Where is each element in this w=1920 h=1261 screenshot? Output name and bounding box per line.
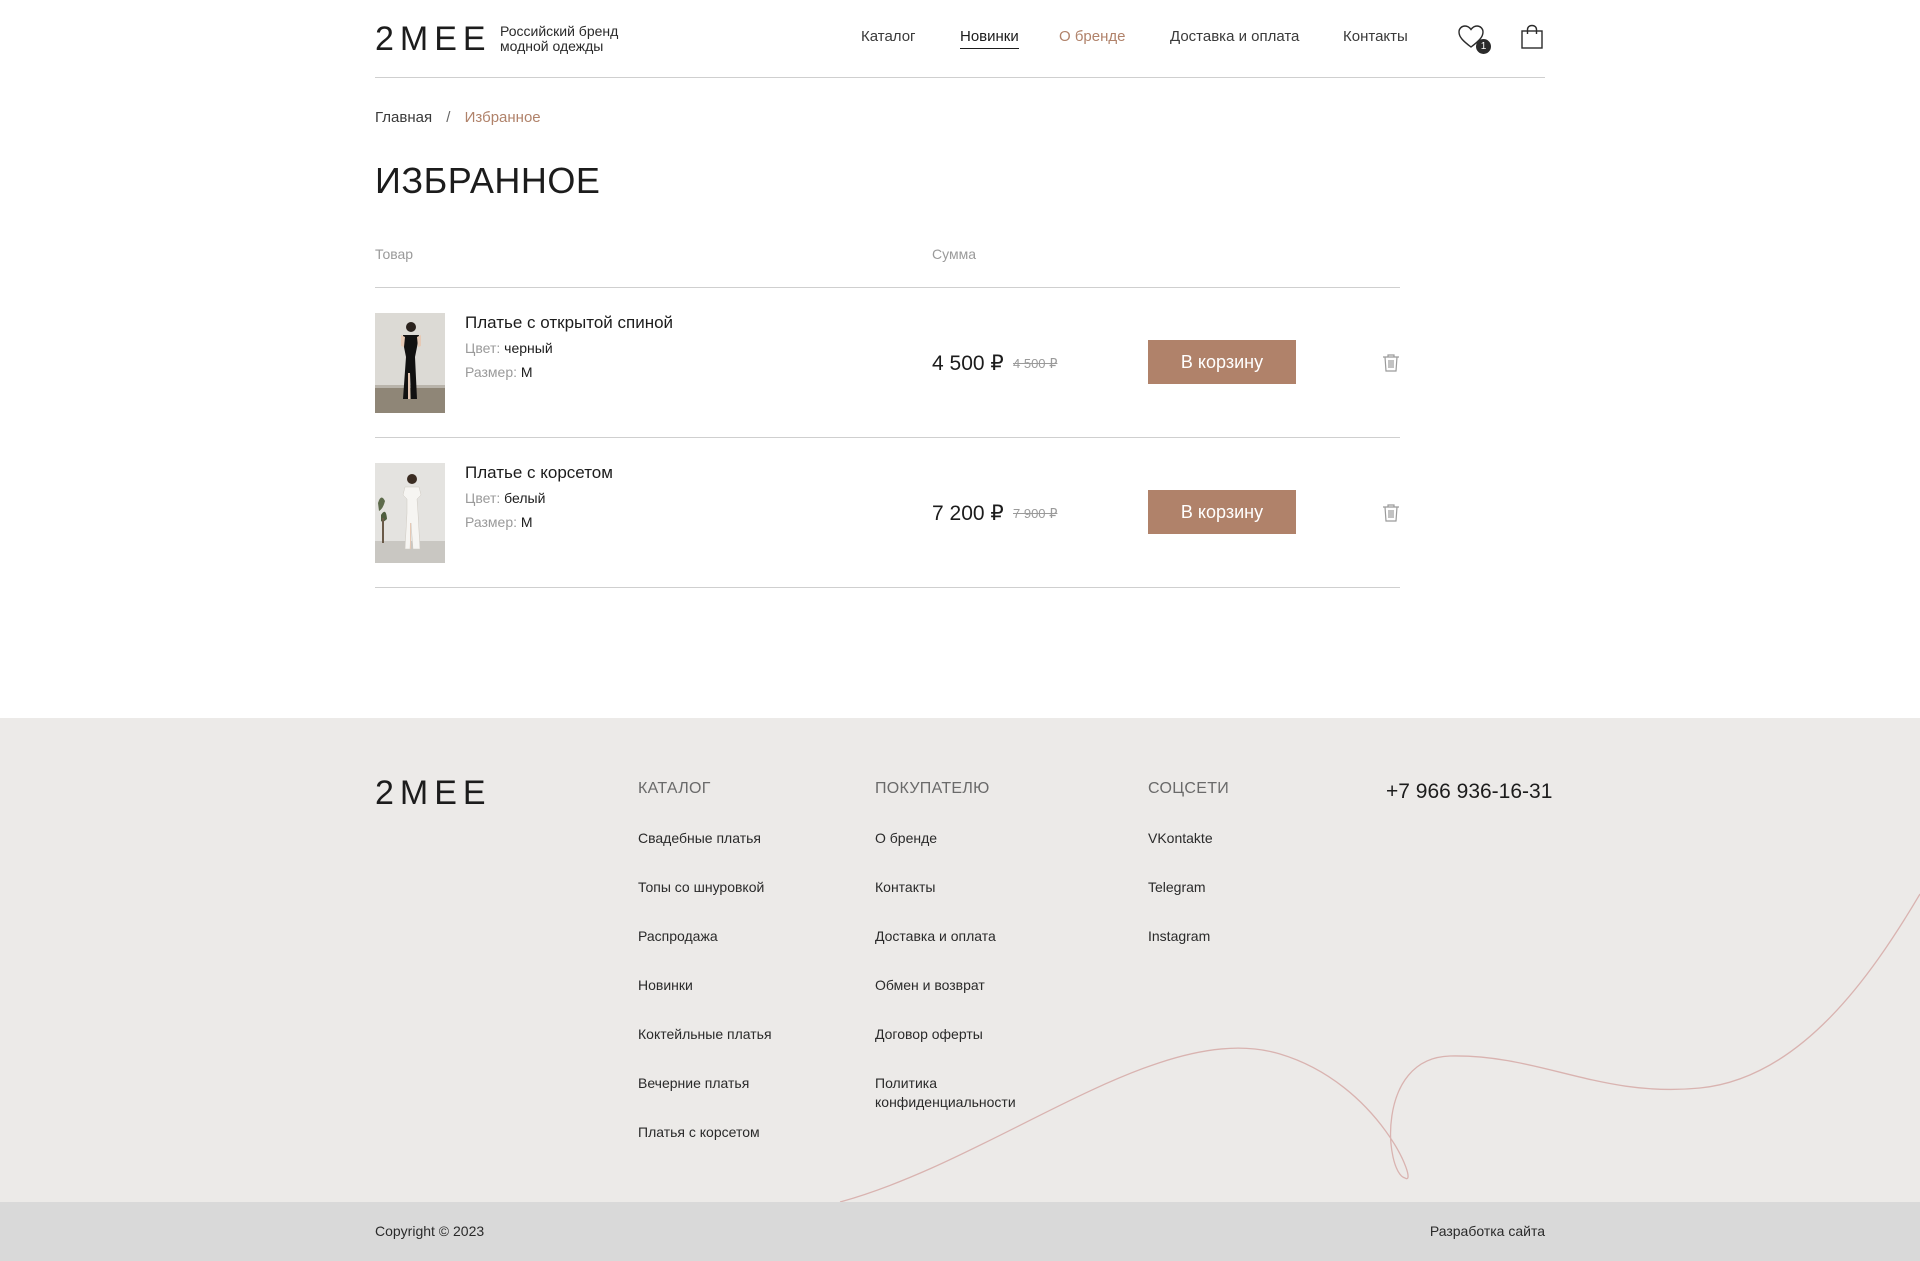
footer-buyer-title: ПОКУПАТЕЛЮ [875, 780, 990, 797]
column-header-product: Товар [375, 246, 414, 262]
footer-social-title: СОЦСЕТИ [1148, 780, 1230, 797]
favorites-button[interactable]: 1 [1457, 24, 1491, 54]
table-divider [375, 587, 1400, 588]
remove-button[interactable] [1382, 353, 1400, 373]
product-image[interactable] [375, 463, 445, 563]
footer-link[interactable]: Коктейльные платья [638, 1025, 772, 1044]
product-color: Цвет: черный [465, 340, 553, 356]
add-to-cart-button[interactable]: В корзину [1148, 490, 1296, 534]
copyright: Copyright © 2023 [375, 1223, 485, 1239]
add-to-cart-button[interactable]: В корзину [1148, 340, 1296, 384]
color-label: Цвет: [465, 490, 501, 506]
product-price: 4 500 ₽ [932, 352, 1004, 375]
product-name[interactable]: Платье с открытой спиной [465, 313, 673, 333]
trash-icon [1383, 354, 1399, 372]
breadcrumb: Главная / Избранное [375, 109, 1545, 126]
favorites-count-badge: 1 [1476, 39, 1491, 54]
footer-link-vk[interactable]: VKontakte [1148, 829, 1213, 848]
footer-link[interactable]: Распродажа [638, 927, 718, 946]
breadcrumb-home[interactable]: Главная [375, 109, 432, 126]
site-header: 2MEE Российский бренд модной одежды Ката… [375, 0, 1545, 78]
site-footer: 2MEE КАТАЛОГ Свадебные платья Топы со шн… [0, 718, 1920, 1202]
size-value: M [520, 364, 533, 380]
logo[interactable]: 2MEE [375, 22, 492, 56]
nav-catalog[interactable]: Каталог [861, 28, 916, 45]
footer-link-instagram[interactable]: Instagram [1148, 927, 1210, 946]
footer-link[interactable]: Вечерние платья [638, 1074, 749, 1093]
size-label: Размер: [465, 514, 518, 530]
column-header-sum: Сумма [932, 246, 976, 262]
product-photo [375, 463, 445, 563]
nav-contacts[interactable]: Контакты [1343, 28, 1408, 45]
footer-link[interactable]: Политика конфиденциальности [875, 1074, 1045, 1112]
color-value: черный [504, 340, 553, 356]
page-title: ИЗБРАННОЕ [375, 160, 601, 201]
product-old-price: 4 500 ₽ [1013, 356, 1058, 371]
footer-catalog-title: КАТАЛОГ [638, 780, 711, 797]
developer-link[interactable]: Разработка сайта [1430, 1223, 1545, 1239]
footer-link-telegram[interactable]: Telegram [1148, 878, 1206, 897]
product-image[interactable] [375, 313, 445, 413]
product-color: Цвет: белый [465, 490, 545, 506]
color-value: белый [504, 490, 546, 506]
footer-link[interactable]: Новинки [638, 976, 693, 995]
trash-icon [1383, 504, 1399, 522]
footer-link[interactable]: Договор оферты [875, 1025, 983, 1044]
nav-new[interactable]: Новинки [960, 28, 1019, 49]
size-value: M [520, 514, 533, 530]
shopping-bag-icon [1521, 24, 1543, 49]
product-name[interactable]: Платье с корсетом [465, 463, 613, 483]
remove-button[interactable] [1382, 503, 1400, 523]
product-size: Размер: M [465, 364, 533, 380]
brand-tagline: Российский бренд модной одежды [500, 24, 618, 54]
nav-delivery[interactable]: Доставка и оплата [1170, 28, 1299, 45]
footer-link[interactable]: Обмен и возврат [875, 976, 985, 995]
favorite-item: Платье с корсетом Цвет: белый Размер: M … [375, 463, 1400, 613]
breadcrumb-separator: / [446, 109, 451, 126]
color-label: Цвет: [465, 340, 501, 356]
breadcrumb-current: Избранное [464, 109, 541, 126]
favorite-item: Платье с открытой спиной Цвет: черный Ра… [375, 313, 1400, 463]
tagline-line1: Российский бренд [500, 23, 619, 39]
size-label: Размер: [465, 364, 518, 380]
product-old-price: 7 900 ₽ [1013, 506, 1058, 521]
footer-phone[interactable]: +7 966 936-16-31 [1386, 780, 1552, 804]
footer-link[interactable]: Контакты [875, 878, 935, 897]
footer-logo[interactable]: 2MEE [375, 774, 492, 813]
tagline-line2: модной одежды [500, 38, 604, 54]
cart-button[interactable] [1520, 24, 1550, 54]
product-photo [375, 313, 445, 413]
table-divider [375, 437, 1400, 438]
product-size: Размер: M [465, 514, 533, 530]
footer-link[interactable]: Платья с корсетом [638, 1123, 760, 1142]
footer-link[interactable]: Доставка и оплата [875, 927, 996, 946]
footer-bottom-bar: Copyright © 2023 Разработка сайта [0, 1202, 1920, 1261]
table-divider [375, 287, 1400, 288]
product-price: 7 200 ₽ [932, 502, 1004, 525]
footer-link[interactable]: Топы со шнуровкой [638, 878, 764, 897]
footer-link[interactable]: Свадебные платья [638, 829, 761, 848]
footer-link[interactable]: О бренде [875, 829, 937, 848]
nav-about[interactable]: О бренде [1059, 28, 1126, 45]
